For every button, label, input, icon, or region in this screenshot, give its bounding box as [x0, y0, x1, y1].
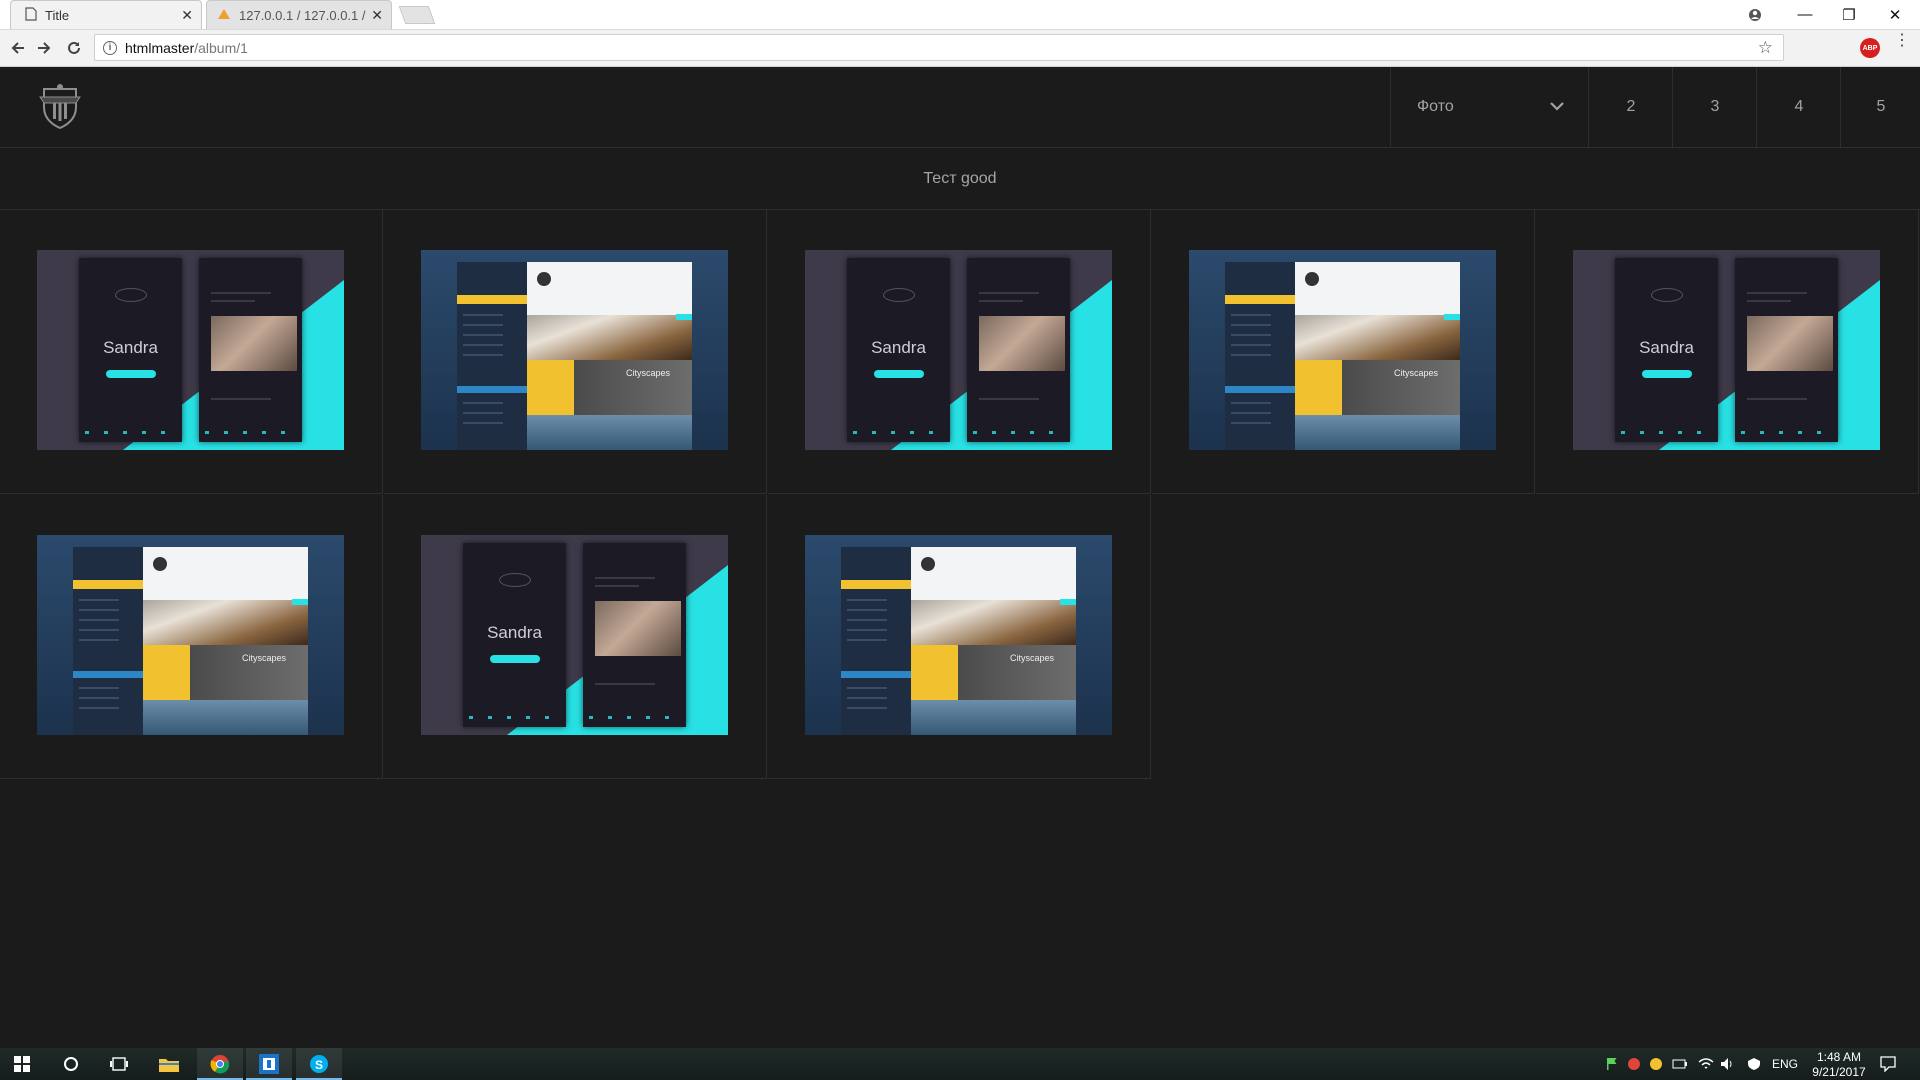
browser-tab-strip: Title ✕ 127.0.0.1 / 127.0.0.1 / arc ✕ — …	[0, 0, 1920, 30]
gallery-cell: Cityscapes	[384, 210, 767, 494]
windows-taskbar: S ENG 1:48 AM 9/21/2017	[0, 1048, 1920, 1080]
svg-text:S: S	[315, 1058, 323, 1072]
thumb-caption: Cityscapes	[626, 368, 671, 378]
welcome-name: Sandra	[871, 338, 926, 357]
nav-page-4[interactable]: 4	[1756, 67, 1841, 147]
mobile-screen-feed	[583, 543, 686, 727]
mobile-screen-welcome: Sandra	[79, 258, 182, 442]
thumb-caption: Cityscapes	[1010, 653, 1055, 663]
nav-page-2[interactable]: 2	[1588, 67, 1673, 147]
thumb-caption: Cityscapes	[242, 653, 287, 663]
gallery-thumbnail[interactable]: Sandra	[37, 250, 344, 450]
mobile-screen-welcome: Sandra	[463, 543, 566, 727]
url-host: htmlmaster	[125, 39, 195, 56]
file-explorer-icon[interactable]	[157, 1052, 181, 1076]
welcome-name: Sandra	[1639, 338, 1694, 357]
url-path: /album/1	[194, 39, 248, 56]
site-logo[interactable]	[36, 81, 84, 131]
tab-phpmyadmin[interactable]: 127.0.0.1 / 127.0.0.1 / arc ✕	[206, 0, 392, 29]
bookmark-star-icon[interactable]: ☆	[1758, 38, 1773, 58]
skype-icon[interactable]: S	[307, 1052, 331, 1076]
wifi-tray-icon[interactable]	[1694, 1052, 1718, 1076]
address-bar[interactable]: i htmlmaster/album/1 ☆	[94, 34, 1784, 61]
shield-tray-icon[interactable]	[1742, 1052, 1766, 1076]
site-header: Фото 2 3 4 5	[0, 67, 1920, 148]
mobile-screen-feed	[199, 258, 302, 442]
flag-tray-icon[interactable]	[1600, 1052, 1624, 1076]
battery-tray-icon[interactable]	[1668, 1052, 1692, 1076]
gallery-cell: Cityscapes	[0, 495, 383, 779]
gallery-cell: Sandra	[768, 210, 1151, 494]
gallery-thumbnail[interactable]: Cityscapes	[37, 535, 344, 735]
forward-arrow-icon[interactable]	[32, 36, 56, 60]
gallery-cell: Sandra	[384, 495, 767, 779]
tab-label: 127.0.0.1 / 127.0.0.1 / arc	[239, 7, 367, 23]
welcome-name: Sandra	[103, 338, 158, 357]
volume-tray-icon[interactable]	[1716, 1052, 1740, 1076]
mobile-screen-feed	[967, 258, 1070, 442]
security-tray-icon[interactable]	[1644, 1052, 1668, 1076]
back-arrow-icon[interactable]	[6, 36, 30, 60]
tab-title[interactable]: Title ✕	[10, 0, 202, 29]
language-indicator[interactable]: ENG	[1772, 1057, 1798, 1071]
tab-label: Title	[45, 7, 70, 23]
minimize-icon[interactable]: —	[1782, 0, 1828, 29]
gallery-thumbnail[interactable]: Sandra	[1573, 250, 1880, 450]
windows-start-icon[interactable]	[10, 1052, 34, 1076]
calendar-tray-icon[interactable]	[1622, 1052, 1646, 1076]
browser-toolbar: i htmlmaster/album/1 ☆ ABP ⋮	[0, 30, 1920, 67]
adblock-plus-icon[interactable]: ABP	[1860, 38, 1880, 58]
site-info-icon[interactable]: i	[103, 40, 117, 55]
mobile-screen-feed	[1735, 258, 1838, 442]
gallery-thumbnail[interactable]: Cityscapes	[805, 535, 1112, 735]
new-tab-button[interactable]	[398, 6, 436, 24]
nav-page-5[interactable]: 5	[1840, 67, 1920, 147]
clock-time[interactable]: 1:48 AM	[1812, 1050, 1866, 1064]
tab-close-icon[interactable]: ✕	[181, 7, 193, 23]
gallery-thumbnail[interactable]: Cityscapes	[421, 250, 728, 450]
welcome-name: Sandra	[487, 623, 542, 642]
nav-page-3[interactable]: 3	[1672, 67, 1757, 147]
gallery-thumbnail[interactable]: Sandra	[421, 535, 728, 735]
thumb-caption: Cityscapes	[1394, 368, 1439, 378]
gallery-thumbnail[interactable]: Cityscapes	[1189, 250, 1496, 450]
mobile-screen-welcome: Sandra	[847, 258, 950, 442]
nav-dropdown-photo[interactable]: Фото	[1390, 67, 1589, 147]
mobile-screen-welcome: Sandra	[1615, 258, 1718, 442]
browser-menu-icon[interactable]: ⋮	[1894, 33, 1910, 49]
close-window-icon[interactable]: ✕	[1872, 0, 1918, 29]
phpmyadmin-icon	[217, 8, 231, 23]
page-icon	[25, 6, 37, 24]
restore-icon[interactable]: ❐	[1826, 0, 1872, 29]
gallery-cell: Sandra	[0, 210, 383, 494]
cortana-icon[interactable]	[59, 1052, 83, 1076]
gallery-thumbnail[interactable]: Sandra	[805, 250, 1112, 450]
task-view-icon[interactable]	[107, 1052, 131, 1076]
gallery-cell: Cityscapes	[1152, 210, 1535, 494]
chevron-down-icon	[1550, 102, 1564, 111]
clock-date[interactable]: 9/21/2017	[1808, 1065, 1870, 1079]
profile-icon[interactable]	[1732, 0, 1778, 29]
gallery-cell: Cityscapes	[768, 495, 1151, 779]
gallery-cell: Sandra	[1536, 210, 1919, 494]
reload-icon[interactable]	[62, 36, 86, 60]
editor-app-icon[interactable]	[257, 1052, 281, 1076]
chrome-icon[interactable]	[208, 1052, 232, 1076]
action-center-icon[interactable]	[1876, 1052, 1900, 1076]
nav-dropdown-label: Фото	[1417, 98, 1454, 115]
page-title: Тест good	[0, 148, 1920, 210]
tab-close-icon[interactable]: ✕	[371, 7, 383, 23]
